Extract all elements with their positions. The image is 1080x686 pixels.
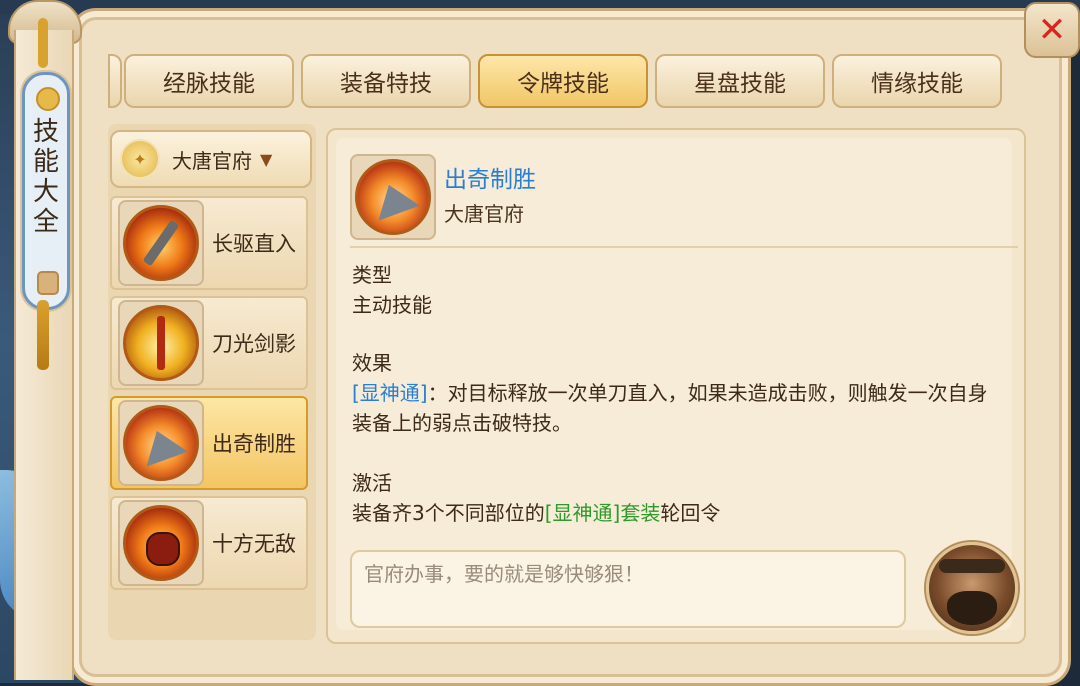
- effect-description: [显神通]：对目标释放一次单刀直入，如果未造成击败，则触发一次自身装备上的弱点击…: [352, 378, 1002, 438]
- tab-bar: 经脉技能 装备特技 令牌技能 星盘技能 情缘技能: [108, 54, 1008, 110]
- close-icon: ✕: [1037, 10, 1067, 50]
- skill-detail-content: 出奇制胜 大唐官府 类型 主动技能 效果 [显神通]：对目标释放一次单刀直入，如…: [336, 138, 1018, 634]
- knot-icon: [38, 18, 48, 68]
- warrior-face-icon: [123, 505, 199, 581]
- activate-description: 装备齐3个不同部位的[显神通]套装轮回令: [352, 498, 1002, 528]
- sword-icon: [123, 305, 199, 381]
- npc-avatar: [926, 542, 1018, 634]
- skill-detail-name: 出奇制胜: [444, 167, 536, 193]
- skill-detail-panel: 出奇制胜 大唐官府 类型 主动技能 效果 [显神通]：对目标释放一次单刀直入，如…: [326, 128, 1026, 644]
- school-dropdown[interactable]: ✦ 大唐官府 ▼: [110, 130, 312, 188]
- tab-equipment-skills[interactable]: 装备特技: [301, 54, 471, 108]
- effect-label: 效果: [352, 351, 392, 375]
- blade-icon: [123, 205, 199, 281]
- skill-list-panel: ✦ 大唐官府 ▼ 长驱直入 刀光剑影 出奇制胜 十方无敌: [108, 124, 316, 640]
- activate-prefix: 装备齐3个不同部位的: [352, 501, 545, 525]
- tab-bond-skills[interactable]: 情缘技能: [832, 54, 1002, 108]
- activate-suffix: 轮回令: [660, 501, 721, 525]
- skill-list-item-label: 长驱直入: [212, 232, 296, 256]
- activate-label: 激活: [352, 471, 392, 495]
- panel-title: 技能大全: [32, 117, 59, 237]
- school-dropdown-value: 大唐官府: [172, 148, 252, 173]
- skill-list-item[interactable]: 长驱直入: [110, 196, 308, 290]
- activate-tag: [显神通]: [544, 501, 621, 525]
- divider: [350, 246, 1018, 248]
- close-button[interactable]: ✕: [1024, 2, 1080, 58]
- activate-mid: 套装: [620, 501, 661, 525]
- effect-text: ：对目标释放一次单刀直入，如果未造成击败，则触发一次自身装备上的弱点击破特技。: [352, 381, 988, 435]
- title-plaque: 技能大全: [22, 72, 70, 310]
- skill-list-item-label: 刀光剑影: [212, 332, 296, 356]
- chevron-down-icon: ▼: [260, 149, 273, 169]
- seal-icon: [37, 271, 59, 295]
- npc-quote-text: 官府办事，要的就是够快够狠！: [364, 562, 644, 586]
- school-emblem-icon: ✦: [120, 139, 160, 179]
- type-value: 主动技能: [352, 293, 432, 317]
- coin-icon: [36, 87, 60, 111]
- skill-list-item[interactable]: 十方无敌: [110, 496, 308, 590]
- npc-quote-bubble: 官府办事，要的就是够快够狠！: [350, 550, 906, 628]
- tab-scroll-left[interactable]: [108, 54, 122, 108]
- skill-list-item[interactable]: 刀光剑影: [110, 296, 308, 390]
- skill-detail-icon-frame: [350, 154, 436, 240]
- skill-list-item-selected[interactable]: 出奇制胜: [110, 396, 308, 490]
- triangle-blade-icon: [123, 405, 199, 481]
- tassel-icon: [37, 300, 49, 370]
- skill-icon-frame: [118, 200, 204, 286]
- skill-icon-frame: [118, 400, 204, 486]
- skill-detail-school: 大唐官府: [444, 202, 524, 226]
- tab-token-skills[interactable]: 令牌技能: [478, 54, 648, 108]
- type-label: 类型: [352, 263, 392, 287]
- title-scroll: 技能大全: [8, 0, 82, 683]
- triangle-blade-icon: [355, 159, 431, 235]
- effect-tag: [显神通]: [352, 381, 428, 405]
- skill-icon-frame: [118, 300, 204, 386]
- skill-list-item-label: 出奇制胜: [212, 432, 296, 456]
- tab-star-chart-skills[interactable]: 星盘技能: [655, 54, 825, 108]
- skill-list-item-label: 十方无敌: [212, 532, 296, 556]
- skill-icon-frame: [118, 500, 204, 586]
- tab-meridian-skills[interactable]: 经脉技能: [124, 54, 294, 108]
